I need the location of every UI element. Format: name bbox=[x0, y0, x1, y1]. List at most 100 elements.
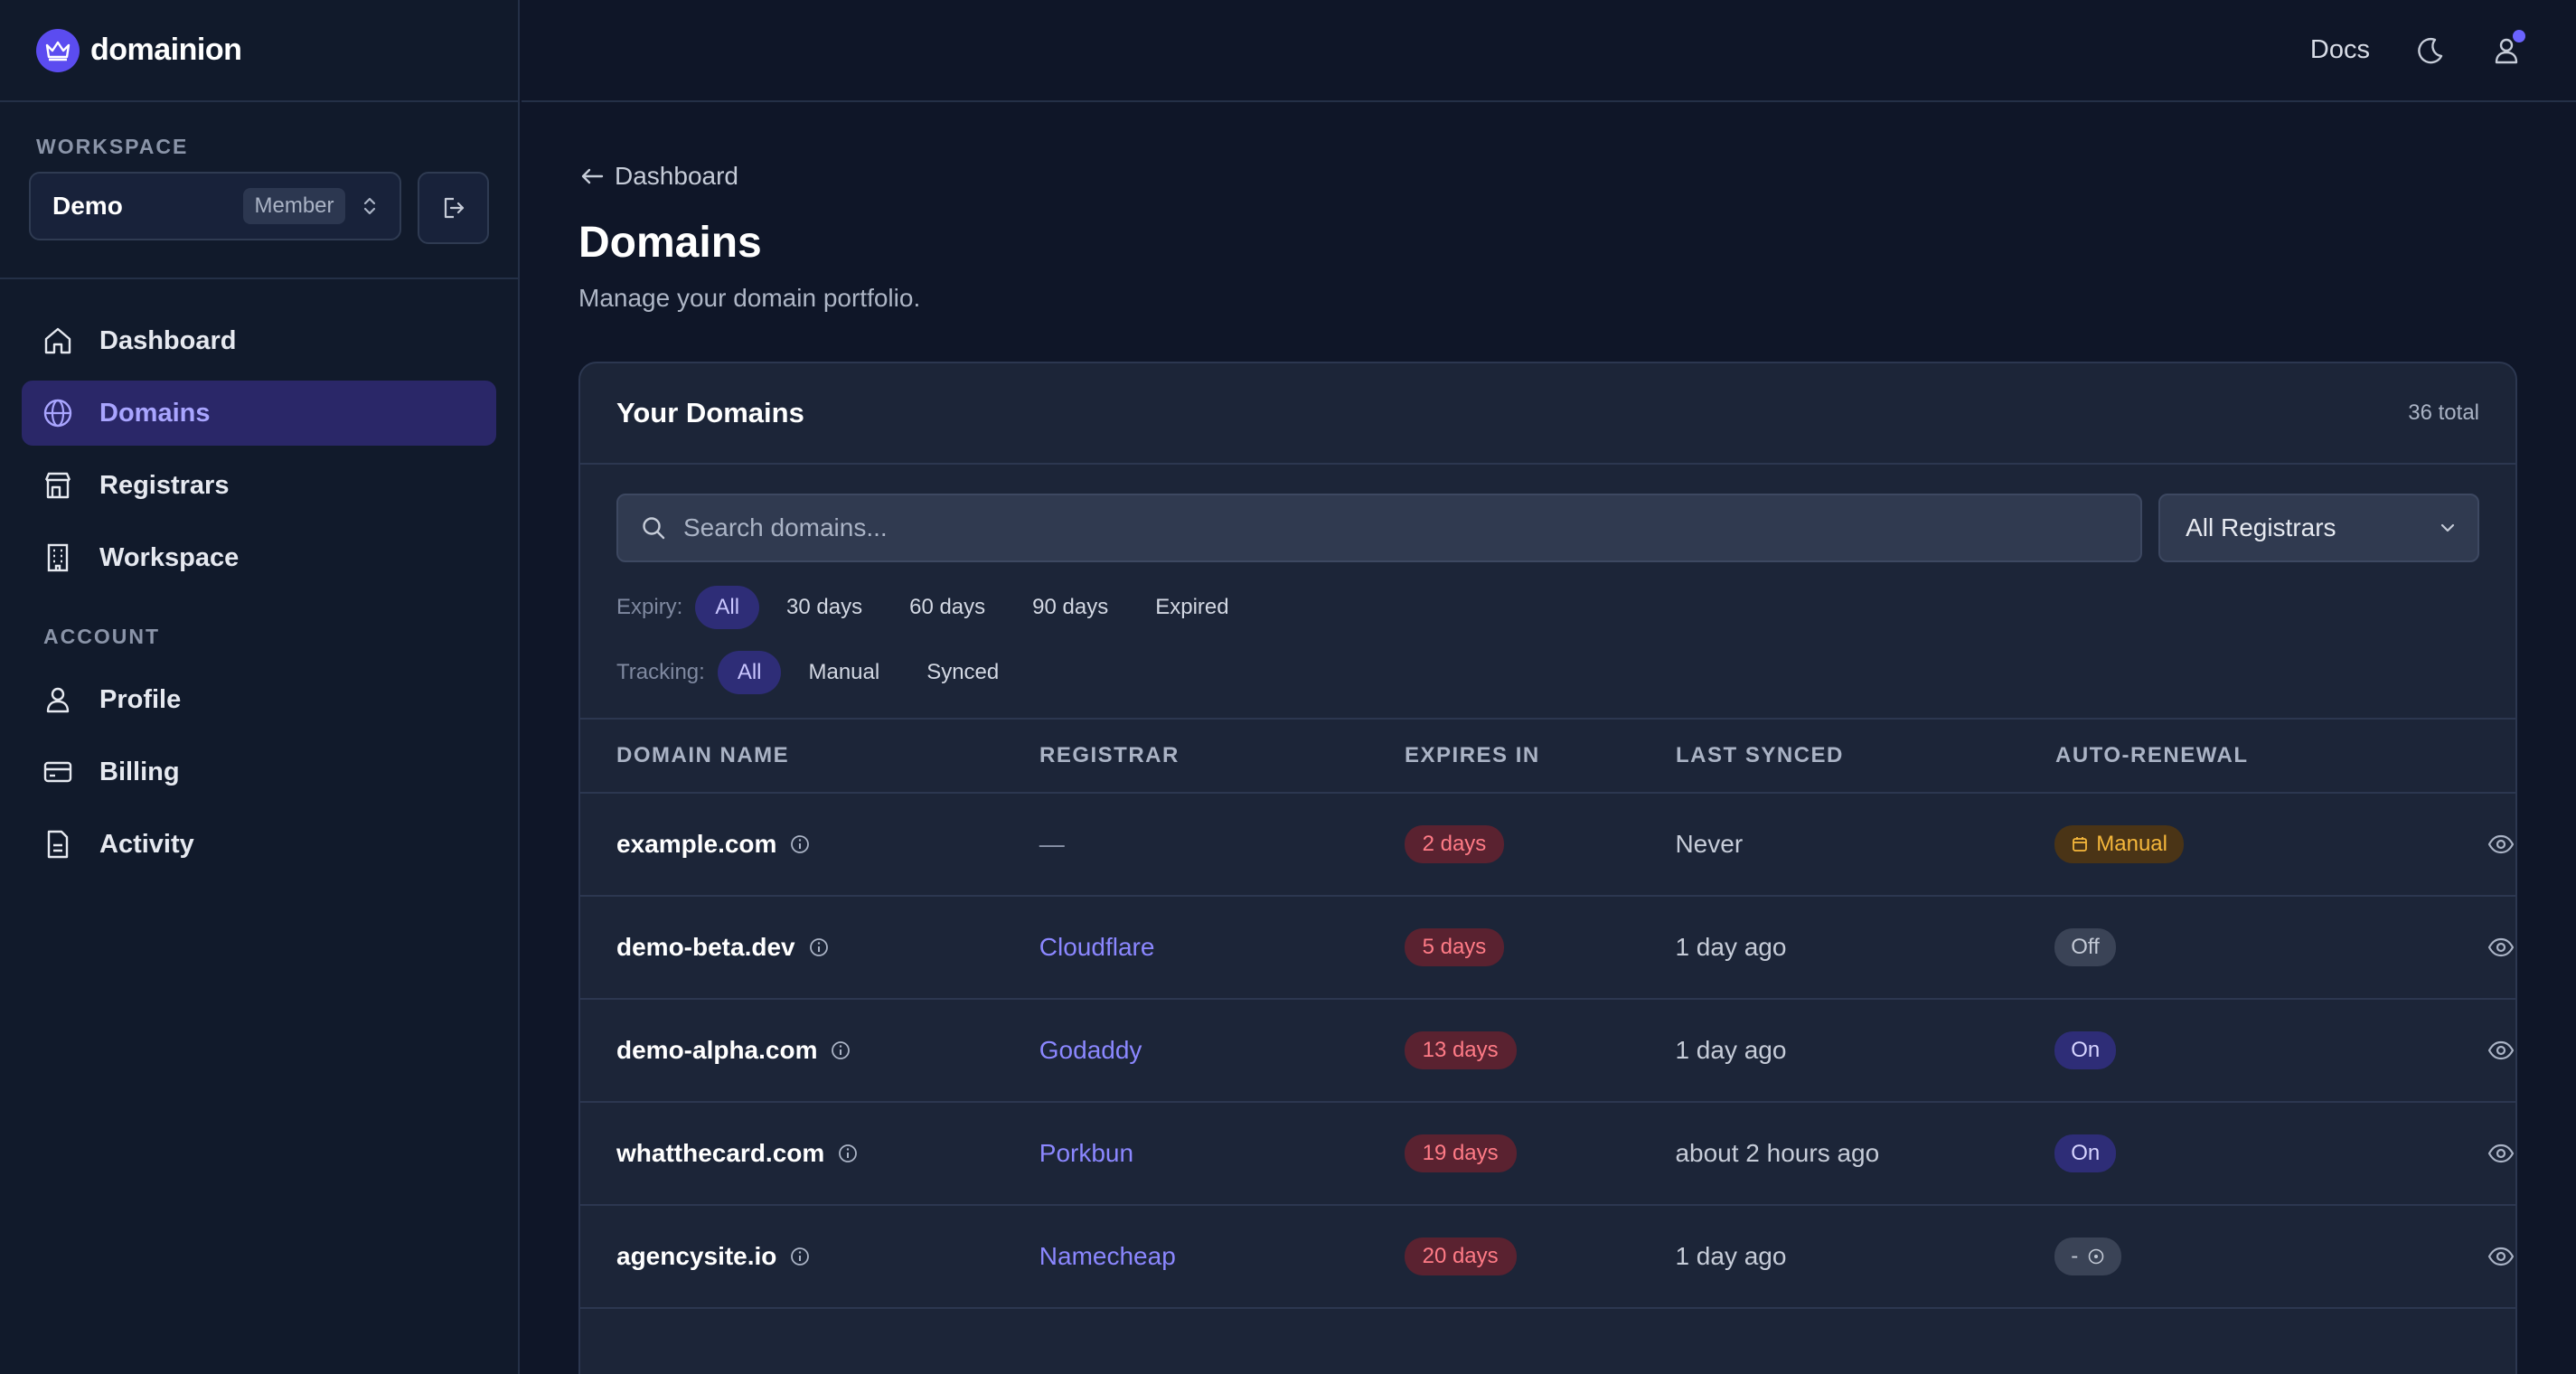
last-synced: 1 day ago bbox=[1675, 1242, 1787, 1270]
domain-name[interactable]: demo-alpha.com bbox=[616, 1036, 817, 1065]
registrar-link[interactable]: Godaddy bbox=[1039, 1036, 1142, 1064]
column-last-synced[interactable]: LAST SYNCED bbox=[1676, 743, 2055, 768]
card-title: Your Domains bbox=[616, 397, 804, 428]
eye-icon[interactable] bbox=[2487, 830, 2515, 859]
auto-renewal-badge: On bbox=[2054, 1134, 2117, 1172]
expiry-badge: 13 days bbox=[1404, 1031, 1517, 1069]
column-auto-renewal[interactable]: AUTO-RENEWAL bbox=[2055, 743, 2435, 768]
sidebar: domainion WORKSPACE Demo Member Dashboar… bbox=[0, 0, 520, 1374]
sidebar-item-workspace[interactable]: Workspace bbox=[22, 525, 496, 590]
auto-renewal-label: - bbox=[2071, 1244, 2079, 1268]
expiry-badge: 5 days bbox=[1404, 928, 1505, 966]
search-icon bbox=[643, 517, 665, 540]
sidebar-item-profile[interactable]: Profile bbox=[22, 667, 496, 732]
credit-card-icon bbox=[42, 756, 78, 788]
auto-renewal-badge: Off bbox=[2054, 928, 2116, 966]
user-icon bbox=[42, 683, 78, 716]
user-menu-button[interactable] bbox=[2491, 29, 2525, 66]
table-row[interactable]: demo-alpha.com Godaddy 13 days 1 day ago… bbox=[580, 1000, 2515, 1103]
info-icon[interactable] bbox=[789, 833, 811, 855]
registrar-filter-select[interactable]: All Registrars bbox=[2158, 494, 2479, 562]
brand[interactable]: domainion bbox=[0, 0, 518, 102]
auto-renewal-badge: On bbox=[2054, 1031, 2117, 1069]
registrar-link[interactable]: Porkbun bbox=[1039, 1139, 1133, 1167]
workspace-switcher[interactable]: Demo Member bbox=[29, 172, 401, 240]
account-label: ACCOUNT bbox=[43, 625, 160, 648]
page-title: Domains bbox=[578, 219, 762, 267]
sidebar-item-label: Billing bbox=[99, 757, 180, 786]
sidebar-item-activity[interactable]: Activity bbox=[22, 812, 496, 877]
tracking-label: Tracking: bbox=[616, 660, 705, 684]
expiry-badge: 20 days bbox=[1404, 1238, 1517, 1275]
sidebar-item-label: Workspace bbox=[99, 542, 240, 572]
column-domain-name[interactable]: DOMAIN NAME bbox=[580, 743, 1039, 768]
eye-icon[interactable] bbox=[2487, 933, 2515, 962]
sidebar-item-billing[interactable]: Billing bbox=[22, 739, 496, 805]
globe-icon bbox=[42, 397, 78, 429]
eye-icon[interactable] bbox=[2487, 1139, 2515, 1168]
theme-toggle-moon-icon[interactable] bbox=[2415, 35, 2446, 66]
sidebar-item-dashboard[interactable]: Dashboard bbox=[22, 308, 496, 373]
last-synced: 1 day ago bbox=[1675, 1036, 1787, 1064]
store-icon bbox=[42, 469, 78, 502]
arrow-left-icon bbox=[581, 168, 604, 184]
domain-name[interactable]: agencysite.io bbox=[616, 1242, 776, 1271]
sidebar-item-domains[interactable]: Domains bbox=[22, 381, 496, 446]
tracking-filter: Tracking: All Manual Synced bbox=[616, 651, 2479, 694]
info-icon[interactable] bbox=[837, 1143, 859, 1164]
registrar-link[interactable]: Namecheap bbox=[1039, 1242, 1176, 1270]
expiry-option-all[interactable]: All bbox=[695, 586, 760, 629]
sidebar-nav: Dashboard Domains Registrars Workspace A… bbox=[0, 279, 518, 877]
sidebar-item-label: Registrars bbox=[99, 470, 230, 500]
docs-link[interactable]: Docs bbox=[2310, 35, 2370, 65]
info-icon[interactable] bbox=[830, 1040, 851, 1061]
notification-dot bbox=[2513, 29, 2525, 42]
tracking-option-manual[interactable]: Manual bbox=[788, 651, 899, 694]
domain-name[interactable]: example.com bbox=[616, 830, 776, 859]
column-expires-in[interactable]: EXPIRES IN bbox=[1405, 743, 1676, 768]
tracking-option-synced[interactable]: Synced bbox=[907, 651, 1019, 694]
last-synced: Never bbox=[1675, 830, 1744, 858]
domain-count: 36 total bbox=[2408, 400, 2479, 425]
domain-name[interactable]: demo-beta.dev bbox=[616, 933, 795, 962]
info-icon bbox=[2088, 1248, 2104, 1265]
column-registrar[interactable]: REGISTRAR bbox=[1039, 743, 1405, 768]
last-synced: 1 day ago bbox=[1675, 933, 1787, 961]
expiry-badge: 2 days bbox=[1404, 825, 1505, 863]
main-content: Dashboard Domains Manage your domain por… bbox=[578, 102, 2522, 1374]
chevron-down-icon bbox=[2440, 523, 2455, 532]
filters: All Registrars Expiry: All 30 days 60 da… bbox=[580, 465, 2515, 720]
expiry-option-90-days[interactable]: 90 days bbox=[1012, 586, 1128, 629]
page-subtitle: Manage your domain portfolio. bbox=[578, 284, 921, 312]
registrar-link[interactable]: Cloudflare bbox=[1039, 933, 1155, 961]
table-row[interactable]: whatthecard.com Porkbun 19 days about 2 … bbox=[580, 1103, 2515, 1206]
tracking-option-all[interactable]: All bbox=[717, 651, 782, 694]
table-row[interactable]: agencysite.io Namecheap 20 days 1 day ag… bbox=[580, 1206, 2515, 1309]
workspace-section: WORKSPACE Demo Member bbox=[0, 102, 518, 279]
auto-renewal-label: Manual bbox=[2096, 832, 2167, 856]
expiry-label: Expiry: bbox=[616, 595, 683, 619]
auto-renewal-badge: - bbox=[2054, 1238, 2122, 1275]
sidebar-item-registrars[interactable]: Registrars bbox=[22, 453, 496, 518]
eye-icon[interactable] bbox=[2487, 1036, 2515, 1065]
expiry-option-expired[interactable]: Expired bbox=[1135, 586, 1248, 629]
chevron-up-down-icon bbox=[362, 194, 378, 218]
search-box[interactable] bbox=[616, 494, 2143, 562]
expiry-option-60-days[interactable]: 60 days bbox=[889, 586, 1005, 629]
leave-workspace-button[interactable] bbox=[417, 172, 489, 244]
info-icon[interactable] bbox=[789, 1246, 811, 1267]
domain-name[interactable]: whatthecard.com bbox=[616, 1139, 824, 1168]
back-to-dashboard-link[interactable]: Dashboard bbox=[578, 162, 2522, 191]
logout-icon bbox=[445, 197, 465, 219]
info-icon[interactable] bbox=[808, 936, 830, 958]
registrar-empty: — bbox=[1039, 830, 1065, 858]
table-header: DOMAIN NAME REGISTRAR EXPIRES IN LAST SY… bbox=[580, 720, 2515, 794]
eye-icon[interactable] bbox=[2487, 1242, 2515, 1271]
search-input[interactable] bbox=[683, 513, 2039, 542]
expiry-option-30-days[interactable]: 30 days bbox=[766, 586, 882, 629]
back-label: Dashboard bbox=[615, 162, 738, 190]
last-synced: about 2 hours ago bbox=[1675, 1139, 1880, 1167]
table-row[interactable]: example.com — 2 days Never Manual bbox=[580, 794, 2515, 897]
expiry-badge: 19 days bbox=[1404, 1134, 1517, 1172]
table-row[interactable]: demo-beta.dev Cloudflare 5 days 1 day ag… bbox=[580, 897, 2515, 1000]
